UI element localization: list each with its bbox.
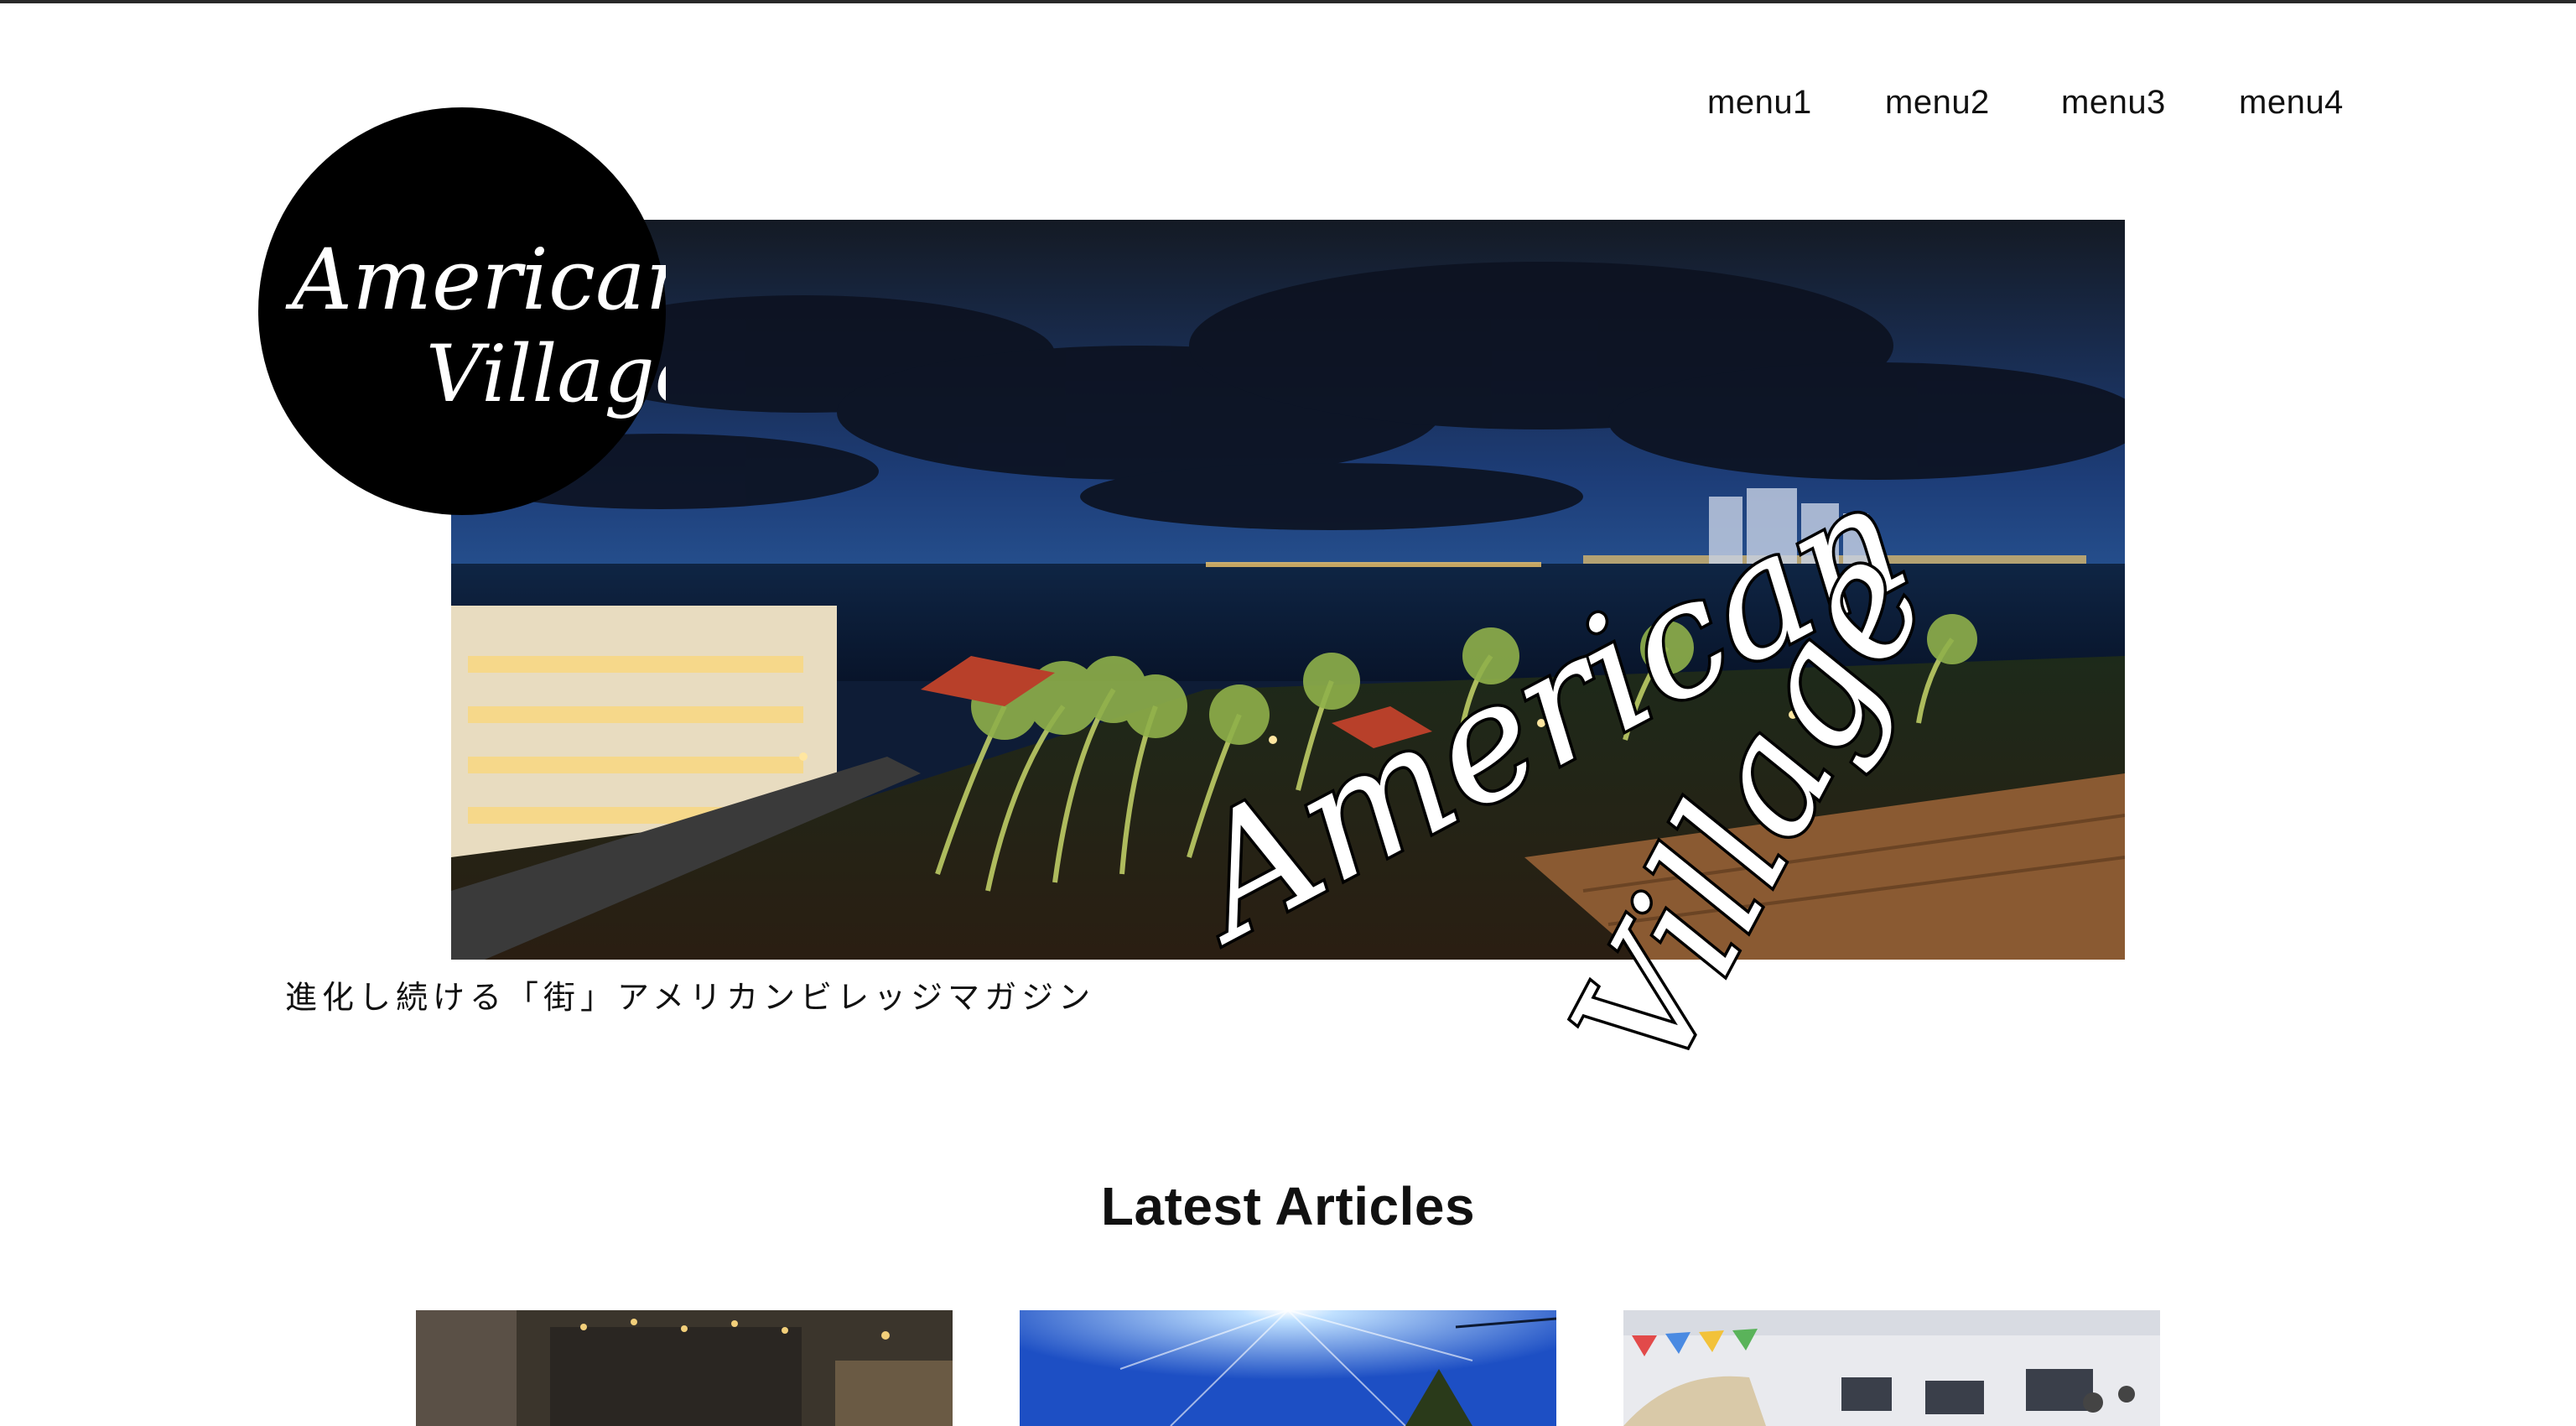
logo-text-line2: Village	[426, 329, 666, 420]
site-tagline: 進化し続ける「街」アメリカンビレッジマガジン	[285, 979, 1096, 1016]
article-card-2[interactable]	[1020, 1310, 1556, 1426]
main-nav: menu1 menu2 menu3 menu4	[1677, 77, 2365, 128]
latest-articles-title: Latest Articles	[1100, 1176, 1476, 1237]
nav-item-menu3[interactable]: menu3	[2061, 77, 2166, 128]
nav-item-menu1[interactable]: menu1	[1707, 77, 1812, 128]
top-border	[0, 0, 2576, 3]
logo-text-line1: American	[285, 231, 666, 329]
nav-item-menu2[interactable]: menu2	[1885, 77, 1990, 128]
article-card-1[interactable]	[416, 1310, 953, 1426]
hero-script-overlay: American Village	[1199, 503, 2256, 1074]
article-list	[0, 1310, 2576, 1426]
nav-item-menu4[interactable]: menu4	[2239, 77, 2344, 128]
site-logo[interactable]: American Village	[258, 107, 666, 515]
article-card-3[interactable]	[1623, 1310, 2160, 1426]
